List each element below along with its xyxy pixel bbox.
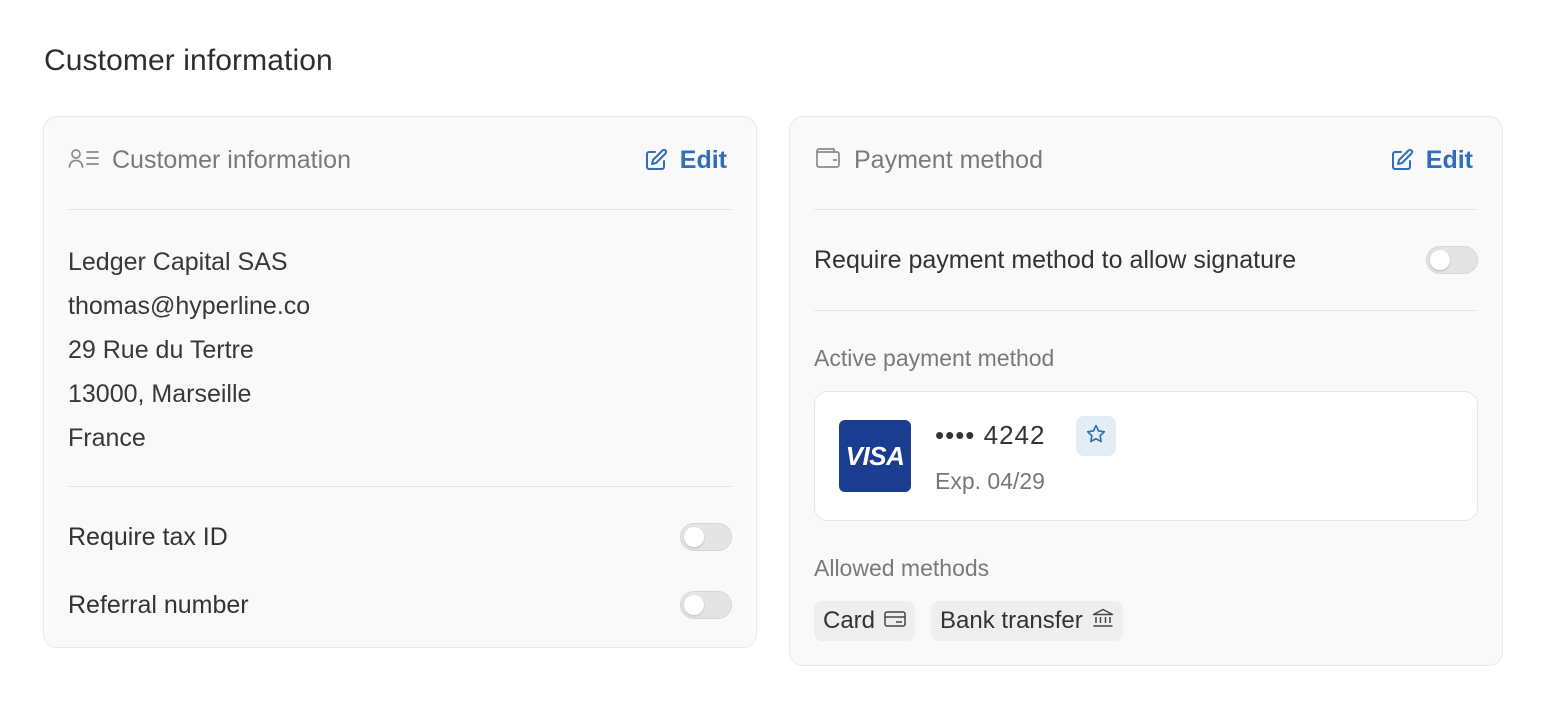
require-payment-row: Require payment method to allow signatur… bbox=[814, 240, 1478, 280]
require-payment-label: Require payment method to allow signatur… bbox=[814, 245, 1297, 274]
payment-card-heading: Payment method bbox=[814, 146, 1043, 175]
edit-icon bbox=[1390, 148, 1414, 172]
referral-number-toggle[interactable] bbox=[680, 591, 732, 619]
edit-icon bbox=[644, 148, 668, 172]
credit-card-icon bbox=[884, 607, 906, 635]
divider bbox=[68, 486, 732, 487]
active-payment-method-label: Active payment method bbox=[814, 345, 1055, 371]
star-icon bbox=[1085, 423, 1107, 450]
allowed-method-card: Card bbox=[814, 601, 916, 641]
method-label: Bank transfer bbox=[940, 607, 1083, 634]
customer-card-title: Customer information bbox=[112, 145, 351, 174]
address-city: 13000, Marseille bbox=[68, 380, 252, 408]
payment-card-title: Payment method bbox=[854, 145, 1043, 174]
referral-number-row: Referral number bbox=[68, 585, 732, 625]
address-country: France bbox=[68, 424, 146, 452]
company-name: Ledger Capital SAS bbox=[68, 248, 288, 276]
edit-label: Edit bbox=[679, 145, 727, 174]
divider bbox=[814, 209, 1478, 210]
visa-logo: VISA bbox=[839, 420, 911, 492]
card-expiry: Exp. 04/29 bbox=[935, 468, 1045, 494]
payment-method-card: Payment method Edit Require payment meth… bbox=[789, 116, 1503, 666]
referral-number-label: Referral number bbox=[68, 590, 249, 619]
card-number: •••• 4242 bbox=[935, 420, 1046, 450]
payment-edit-button[interactable]: Edit bbox=[1390, 146, 1473, 175]
address-street: 29 Rue du Tertre bbox=[68, 336, 254, 364]
require-tax-id-toggle[interactable] bbox=[680, 523, 732, 551]
contact-list-icon bbox=[68, 147, 100, 174]
divider bbox=[814, 310, 1478, 311]
customer-information-card: Customer information Edit Ledger Capital… bbox=[43, 116, 757, 648]
require-payment-toggle[interactable] bbox=[1426, 246, 1478, 274]
allowed-methods-list: Card Bank transfer bbox=[814, 601, 1123, 641]
customer-card-heading: Customer information bbox=[68, 146, 351, 175]
allowed-method-bank-transfer: Bank transfer bbox=[931, 601, 1123, 641]
allowed-methods-label: Allowed methods bbox=[814, 555, 990, 581]
active-payment-method: VISA •••• 4242 Exp. 04/29 bbox=[814, 391, 1478, 521]
page-title: Customer information bbox=[44, 44, 333, 77]
customer-edit-button[interactable]: Edit bbox=[644, 146, 727, 175]
divider bbox=[68, 209, 732, 210]
customer-address: Ledger Capital SAS thomas@hyperline.co 2… bbox=[68, 240, 310, 460]
bank-icon bbox=[1092, 607, 1114, 635]
wallet-icon bbox=[814, 146, 842, 175]
method-label: Card bbox=[823, 607, 876, 634]
payment-card-header: Payment method Edit bbox=[814, 139, 1478, 181]
require-tax-id-label: Require tax ID bbox=[68, 522, 228, 551]
require-tax-id-row: Require tax ID bbox=[68, 517, 732, 557]
edit-label: Edit bbox=[1425, 145, 1473, 174]
card-brand: VISA bbox=[845, 440, 905, 471]
customer-card-header: Customer information Edit bbox=[68, 139, 732, 181]
default-method-button[interactable] bbox=[1076, 416, 1116, 456]
customer-email: thomas@hyperline.co bbox=[68, 292, 311, 320]
